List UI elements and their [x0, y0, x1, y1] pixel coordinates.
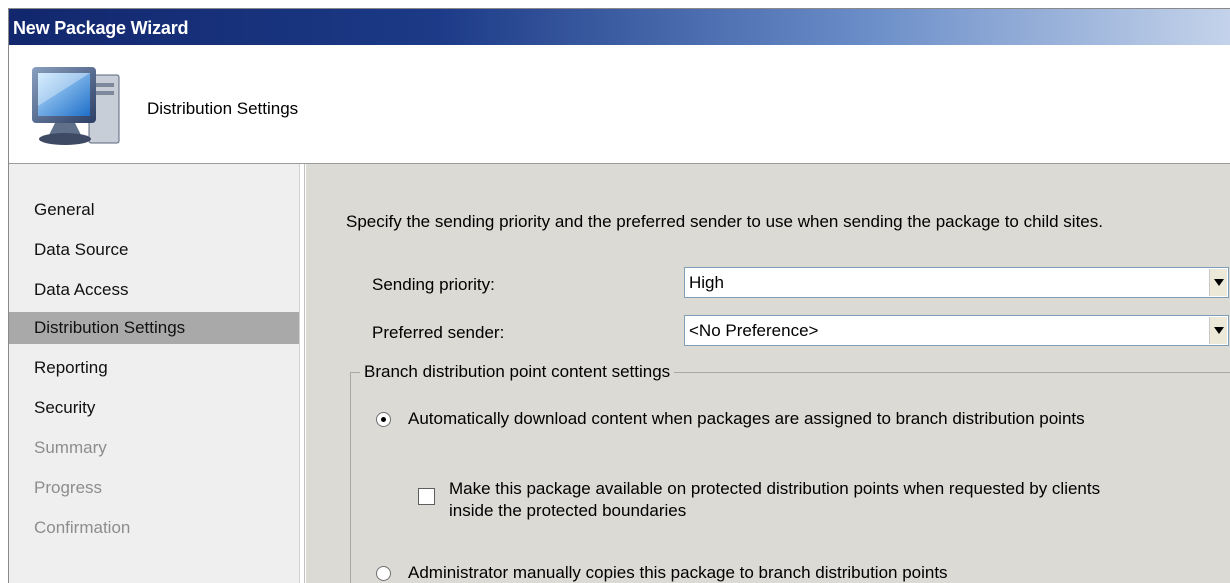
sending-priority-label: Sending priority:: [372, 275, 495, 294]
manual-copy-radio[interactable]: [376, 566, 391, 581]
wizard-nav: General Data Source Data Access Distribu…: [9, 164, 299, 583]
dropdown-arrow-icon[interactable]: [1209, 269, 1227, 296]
page-heading: Distribution Settings: [147, 99, 299, 118]
protected-dp-checkbox[interactable]: [418, 488, 435, 505]
nav-item-data-source[interactable]: Data Source: [9, 234, 299, 266]
preferred-sender-value: <No Preference>: [689, 321, 819, 340]
settings-panel: Specify the sending priority and the pre…: [306, 164, 1230, 583]
preferred-sender-label: Preferred sender:: [372, 323, 505, 342]
nav-item-distribution-settings[interactable]: Distribution Settings: [9, 312, 299, 344]
nav-item-security[interactable]: Security: [9, 392, 299, 424]
nav-item-reporting[interactable]: Reporting: [9, 352, 299, 384]
branch-settings-legend: Branch distribution point content settin…: [360, 362, 675, 382]
nav-divider: [299, 164, 305, 583]
title-bar[interactable]: New Package Wizard: [9, 9, 1230, 45]
sending-priority-value: High: [689, 273, 724, 292]
nav-item-progress: Progress: [34, 478, 103, 497]
nav-item-summary: Summary: [34, 438, 107, 457]
manual-copy-label[interactable]: Administrator manually copies this packa…: [408, 562, 948, 583]
preferred-sender-select[interactable]: <No Preference>: [684, 315, 1229, 346]
window-title: New Package Wizard: [13, 18, 189, 38]
computer-monitor-icon: [32, 67, 120, 145]
wizard-header: Distribution Settings: [9, 45, 1230, 164]
wizard-window: New Package Wizard Distribution Settings…: [8, 8, 1230, 583]
sending-priority-select[interactable]: High: [684, 267, 1229, 298]
intro-text: Specify the sending priority and the pre…: [346, 212, 1103, 231]
auto-download-radio[interactable]: [376, 412, 391, 427]
auto-download-label[interactable]: Automatically download content when pack…: [408, 408, 1085, 430]
protected-dp-label-line1[interactable]: Make this package available on protected…: [449, 478, 1100, 500]
nav-item-data-access[interactable]: Data Access: [9, 274, 299, 306]
nav-item-general[interactable]: General: [9, 194, 299, 226]
dropdown-arrow-icon[interactable]: [1209, 317, 1227, 344]
nav-item-confirmation: Confirmation: [34, 518, 131, 537]
protected-dp-label-line2[interactable]: inside the protected boundaries: [449, 500, 686, 522]
